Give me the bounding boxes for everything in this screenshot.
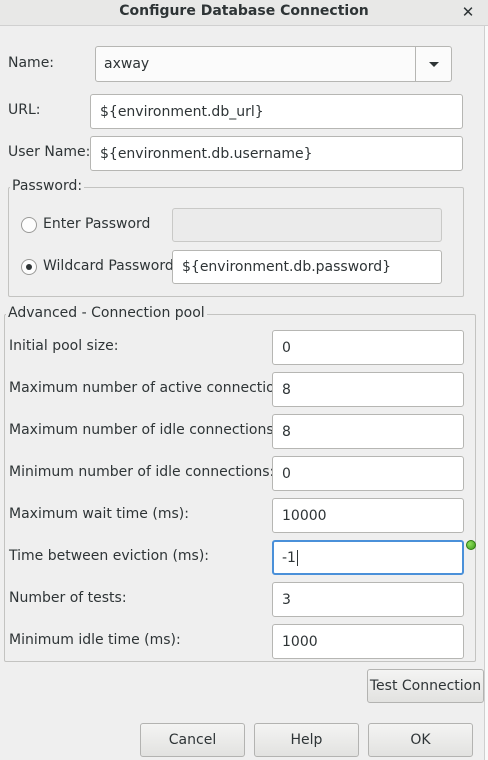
min-idle-time-input[interactable]: 1000 (272, 624, 464, 659)
valid-status-icon (466, 540, 476, 550)
text-caret (296, 549, 298, 566)
initial-pool-size-input[interactable]: 0 (272, 330, 464, 365)
close-icon[interactable]: ✕ (460, 3, 476, 21)
name-combobox-value: axway (104, 56, 150, 72)
enter-password-radio[interactable] (21, 217, 37, 233)
url-input[interactable]: ${environment.db_url} (90, 94, 463, 129)
max-idle-connections-input[interactable]: 8 (272, 414, 464, 449)
number-of-tests-input[interactable]: 3 (272, 582, 464, 617)
name-combobox[interactable]: axway (95, 46, 452, 82)
wildcard-password-radio[interactable] (21, 259, 37, 275)
ok-button[interactable]: OK (368, 723, 473, 757)
chevron-down-icon (428, 61, 439, 67)
max-idle-connections-label: Maximum number of idle connections: (9, 422, 279, 438)
help-button[interactable]: Help (254, 723, 359, 757)
username-input[interactable]: ${environment.db.username} (90, 136, 463, 171)
time-between-eviction-input[interactable]: -1 (272, 540, 464, 575)
time-between-eviction-value: -1 (282, 549, 296, 566)
max-wait-time-label: Maximum wait time (ms): (9, 506, 189, 522)
username-label: User Name: (8, 144, 91, 160)
min-idle-connections-input[interactable]: 0 (272, 456, 464, 491)
enter-password-input[interactable] (172, 208, 442, 242)
connection-pool-group-label: Advanced - Connection pool (6, 305, 207, 321)
number-of-tests-label: Number of tests: (9, 590, 127, 606)
password-group-label: Password: (10, 178, 85, 194)
initial-pool-size-label: Initial pool size: (9, 338, 119, 354)
window-right-edge (484, 0, 488, 760)
url-label: URL: (8, 102, 41, 118)
name-dropdown-button[interactable] (415, 47, 451, 81)
enter-password-label[interactable]: Enter Password (43, 216, 150, 232)
name-label: Name: (8, 55, 55, 71)
max-active-connections-input[interactable]: 8 (272, 372, 464, 407)
test-connection-button[interactable]: Test Connection (367, 669, 484, 703)
max-active-connections-label: Maximum number of active connections: (9, 380, 296, 396)
dialog-title: Configure Database Connection (119, 3, 369, 19)
wildcard-password-label[interactable]: Wildcard Password (43, 258, 174, 274)
min-idle-connections-label: Minimum number of idle connections: (9, 464, 275, 480)
max-wait-time-input[interactable]: 10000 (272, 498, 464, 533)
cancel-button[interactable]: Cancel (140, 723, 245, 757)
min-idle-time-label: Minimum idle time (ms): (9, 632, 181, 648)
time-between-eviction-label: Time between eviction (ms): (9, 548, 210, 564)
wildcard-password-input[interactable]: ${environment.db.password} (172, 250, 442, 284)
